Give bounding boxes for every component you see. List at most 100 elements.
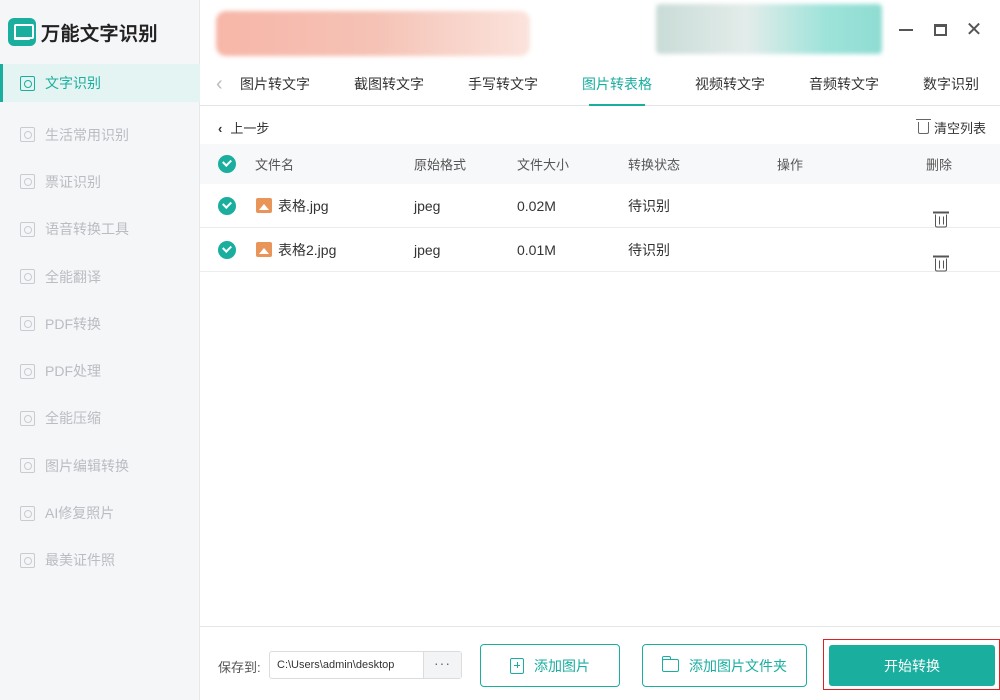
- save-path-value: C:\Users\admin\desktop: [277, 659, 395, 671]
- add-file-icon: [510, 657, 524, 674]
- tab-image-to-text[interactable]: 图片转文字: [240, 74, 310, 106]
- sidebar-item-label: 全能翻译: [45, 268, 101, 285]
- back-button[interactable]: ‹ 上一步: [218, 118, 269, 137]
- sidebar-item-label: PDF转换: [45, 315, 101, 332]
- sidebar-item-id-photo[interactable]: 最美证件照: [0, 537, 200, 584]
- sidebar-nav: 文字识别 生活常用识别 票证识别 语音转换工具 全能翻译 PDF转换 PDF处理…: [0, 64, 200, 584]
- promo-banner-left[interactable]: [216, 11, 530, 56]
- app-window: 万能文字识别 文字识别 生活常用识别 票证识别 语音转换工具 全能翻译 PDF转…: [0, 0, 1000, 700]
- folder-icon: [662, 656, 679, 672]
- ticket-scan-icon: [20, 174, 35, 190]
- sidebar-item-label: 文字识别: [45, 75, 101, 91]
- image-file-icon: [256, 197, 272, 213]
- delete-file-icon[interactable]: [933, 255, 949, 272]
- browse-path-button[interactable]: ···: [423, 652, 461, 678]
- tab-handwriting-to-text[interactable]: 手写转文字: [468, 74, 538, 106]
- sidebar-item-translate[interactable]: 全能翻译: [0, 253, 200, 300]
- close-button[interactable]: ✕: [962, 18, 986, 42]
- promo-banner-right[interactable]: [656, 4, 882, 54]
- id-photo-icon: [20, 552, 35, 568]
- pdf-process-icon: [20, 363, 35, 379]
- clear-list-label: 清空列表: [933, 121, 986, 136]
- header-file-name: 文件名: [255, 157, 295, 173]
- add-folder-button[interactable]: 添加图片文件夹: [642, 644, 807, 687]
- ai-repair-icon: [20, 505, 35, 521]
- voice-icon: [20, 221, 35, 237]
- sidebar-item-ticket-recognition[interactable]: 票证识别: [0, 158, 200, 205]
- translate-icon: [20, 269, 35, 285]
- sidebar-item-label: PDF处理: [45, 363, 101, 380]
- sidebar-item-label: 全能压缩: [45, 410, 101, 427]
- tab-screenshot-to-text[interactable]: 截图转文字: [354, 74, 424, 106]
- tab-number-recognition[interactable]: 数字识别: [923, 74, 979, 106]
- header-action: 操作: [777, 157, 804, 173]
- save-to-label: 保存到:: [218, 660, 261, 675]
- delete-file-icon[interactable]: [933, 211, 949, 228]
- sidebar: 万能文字识别 文字识别 生活常用识别 票证识别 语音转换工具 全能翻译 PDF转…: [0, 0, 200, 700]
- sidebar-item-label: 票证识别: [45, 173, 101, 190]
- table-header: 文件名 原始格式 文件大小 转换状态 操作 删除: [200, 144, 1000, 184]
- image-edit-icon: [20, 458, 35, 474]
- sidebar-item-label: 图片编辑转换: [45, 457, 129, 474]
- table-row: 表格2.jpg jpeg 0.01M 待识别: [200, 228, 1000, 272]
- file-name-cell: 表格.jpg: [256, 196, 329, 216]
- save-path-field[interactable]: C:\Users\admin\desktop ···: [269, 651, 462, 679]
- tab-image-to-table[interactable]: 图片转表格: [582, 74, 652, 106]
- sidebar-item-pdf-convert[interactable]: PDF转换: [0, 300, 200, 347]
- sidebar-item-compress[interactable]: 全能压缩: [0, 395, 200, 442]
- scanner-logo-icon: [8, 18, 36, 46]
- compress-icon: [20, 410, 35, 426]
- tab-video-to-text[interactable]: 视频转文字: [695, 74, 765, 106]
- minimize-button[interactable]: [894, 18, 918, 42]
- file-format: jpeg: [414, 241, 441, 258]
- header-size: 文件大小: [517, 157, 570, 173]
- footer-bar: 保存到: C:\Users\admin\desktop ··· 添加图片 添加图…: [200, 626, 1000, 700]
- header-status: 转换状态: [628, 157, 681, 173]
- row-checkbox[interactable]: [218, 196, 236, 215]
- sidebar-item-ai-repair[interactable]: AI修复照片: [0, 489, 200, 536]
- select-all-checkbox[interactable]: [218, 155, 236, 173]
- image-file-icon: [256, 241, 272, 257]
- table-row: 表格.jpg jpeg 0.02M 待识别: [200, 184, 1000, 228]
- sidebar-item-pdf-process[interactable]: PDF处理: [0, 347, 200, 394]
- back-label: 上一步: [230, 121, 270, 136]
- file-name: 表格2.jpg: [278, 241, 337, 258]
- header-delete: 删除: [926, 157, 953, 173]
- sidebar-item-label: AI修复照片: [45, 505, 115, 522]
- sidebar-item-image-edit[interactable]: 图片编辑转换: [0, 442, 200, 489]
- start-convert-button[interactable]: 开始转换: [829, 645, 995, 686]
- close-icon: ✕: [965, 19, 983, 41]
- minimize-icon: [899, 29, 913, 31]
- sidebar-item-life-recognition[interactable]: 生活常用识别: [0, 111, 200, 158]
- file-name: 表格.jpg: [278, 197, 329, 214]
- add-image-label: 添加图片: [534, 657, 590, 674]
- file-status: 待识别: [628, 241, 670, 258]
- list-toolbar: ‹ 上一步 清空列表: [200, 106, 1000, 146]
- sidebar-item-ocr[interactable]: 文字识别: [0, 64, 200, 102]
- tab-audio-to-text[interactable]: 音频转文字: [809, 74, 879, 106]
- maximize-icon: [933, 24, 947, 36]
- app-title: 万能文字识别: [41, 23, 159, 45]
- file-name-cell: 表格2.jpg: [256, 240, 336, 260]
- sidebar-item-label: 语音转换工具: [45, 221, 129, 238]
- ocr-scan-icon: [20, 75, 35, 91]
- chevron-left-icon: ‹: [218, 121, 223, 136]
- file-status: 待识别: [628, 197, 670, 214]
- trash-icon: [915, 118, 931, 134]
- file-format: jpeg: [414, 197, 441, 214]
- chevron-left-icon[interactable]: ‹: [216, 73, 223, 96]
- row-checkbox[interactable]: [218, 240, 236, 259]
- file-size: 0.02M: [517, 197, 556, 214]
- scan-icon: [20, 127, 35, 143]
- sidebar-item-label: 最美证件照: [45, 552, 115, 569]
- clear-list-button[interactable]: 清空列表: [915, 118, 986, 137]
- maximize-button[interactable]: [928, 18, 952, 42]
- pdf-convert-icon: [20, 316, 35, 332]
- sidebar-item-voice-tools[interactable]: 语音转换工具: [0, 206, 200, 253]
- file-table: 文件名 原始格式 文件大小 转换状态 操作 删除 表格.jpg jpeg 0.0…: [200, 144, 1000, 272]
- app-logo: 万能文字识别: [8, 17, 158, 47]
- add-folder-label: 添加图片文件夹: [689, 657, 787, 674]
- add-image-button[interactable]: 添加图片: [480, 644, 620, 687]
- sidebar-item-label: 生活常用识别: [45, 126, 129, 143]
- header-format: 原始格式: [414, 157, 467, 173]
